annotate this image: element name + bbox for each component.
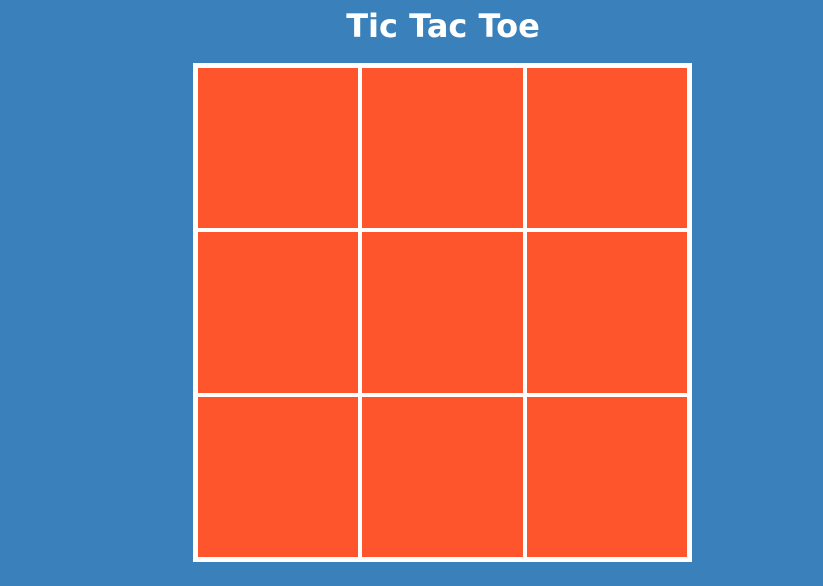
board-cell-3[interactable] bbox=[526, 68, 687, 229]
board-cell-2[interactable] bbox=[362, 68, 523, 229]
game-board bbox=[193, 63, 692, 562]
board-cell-1[interactable] bbox=[198, 68, 359, 229]
board-cell-5[interactable] bbox=[362, 232, 523, 393]
board-cell-7[interactable] bbox=[198, 396, 359, 557]
board-cell-9[interactable] bbox=[526, 396, 687, 557]
game-title: Tic Tac Toe bbox=[346, 7, 540, 45]
board-cell-8[interactable] bbox=[362, 396, 523, 557]
board-cell-4[interactable] bbox=[198, 232, 359, 393]
board-cell-6[interactable] bbox=[526, 232, 687, 393]
